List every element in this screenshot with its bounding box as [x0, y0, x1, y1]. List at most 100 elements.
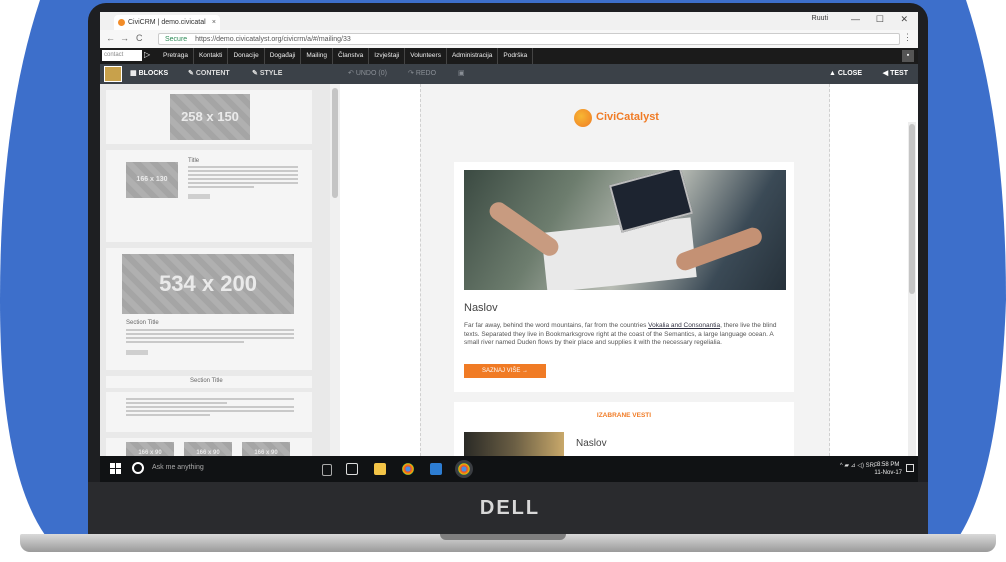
block-image-text[interactable]: 166 x 130 Title — [106, 150, 312, 242]
clock-date: 11-Nov-17 — [874, 470, 902, 476]
block-big-image[interactable]: 534 x 200 Section Title — [106, 248, 312, 370]
task-view-icon[interactable] — [346, 463, 358, 475]
file-explorer-icon[interactable] — [374, 463, 386, 475]
notifications-icon[interactable] — [906, 464, 914, 472]
tab-blocks[interactable]: ▦ BLOCKS — [130, 64, 168, 84]
minimize-button[interactable]: — — [851, 14, 860, 24]
block-section-title: Section Title — [126, 320, 159, 326]
placeholder-image: 534 x 200 — [122, 254, 294, 314]
reload-icon[interactable]: C — [136, 33, 143, 43]
civicrm-favicon-icon — [118, 19, 125, 26]
maximize-button[interactable]: ☐ — [876, 14, 884, 25]
quick-search-input[interactable]: contact — [102, 50, 142, 61]
menu-item-izvjestaji[interactable]: Izvještaji — [369, 48, 406, 64]
undo-label: UNDO (0) — [355, 70, 387, 77]
address-bar: ← → C Secure https://demo.civicatalyst.o… — [100, 30, 918, 49]
cortana-icon[interactable] — [132, 462, 144, 474]
chrome-active-icon[interactable] — [458, 463, 470, 475]
test-button[interactable]: ◀ TEST — [883, 64, 908, 84]
tab-style-label: STYLE — [259, 70, 283, 77]
url-input[interactable]: Secure https://demo.civicatalyst.org/civ… — [158, 33, 900, 45]
store-icon[interactable] — [430, 463, 442, 475]
hero-arm — [486, 198, 562, 260]
civicrm-menu-items: Pretraga Kontakti Donacije Događaji Mail… — [158, 48, 534, 64]
laptop-screen: CiviCRM | demo.civicatal × Ruuti — ☐ ✕ ←… — [100, 12, 918, 482]
civicatalyst-logo-icon — [574, 109, 592, 127]
tab-content[interactable]: ✎ CONTENT — [188, 64, 230, 84]
block-image-only[interactable]: 258 x 150 — [106, 90, 312, 144]
card-body-link[interactable]: Vokalia and Consonantia — [648, 322, 720, 329]
block-mini-button — [188, 194, 210, 199]
block-text-lines — [188, 166, 298, 190]
test-label: TEST — [890, 70, 908, 77]
block-three-images[interactable]: 166 x 90 166 x 90 166 x 90 — [106, 438, 312, 456]
tab-style[interactable]: ✎ STYLE — [252, 64, 282, 84]
laptop-base-notch — [440, 534, 566, 540]
tab-title: CiviCRM | demo.civicatal — [128, 19, 206, 26]
windows-taskbar: Ask me anything ^ ▰ ⊿ ◁) SRP 3:58 PM 11-… — [100, 456, 918, 482]
close-label: CLOSE — [837, 70, 862, 77]
card2-image[interactable] — [464, 432, 564, 456]
block-text-lines — [126, 398, 294, 418]
hero-image[interactable] — [464, 170, 786, 290]
block-text[interactable] — [106, 392, 312, 432]
section-heading[interactable]: IZABRANE VESTI — [454, 412, 794, 419]
browser-titlebar: CiviCRM | demo.civicatal × Ruuti — ☐ ✕ — [100, 12, 918, 30]
menu-item-mailing[interactable]: Mailing — [301, 48, 333, 64]
clock-time: 3:58 PM — [877, 462, 900, 468]
forward-icon[interactable]: → — [120, 33, 129, 43]
logo-text: CiviCatalyst — [596, 111, 659, 123]
blocks-panel: 258 x 150 166 x 130 Title 534 x 200 Sect… — [100, 84, 340, 456]
menu-item-pretraga[interactable]: Pretraga — [158, 48, 194, 64]
browser-tab[interactable]: CiviCRM | demo.civicatal × — [114, 15, 220, 30]
block-section-title: Section Title — [190, 378, 223, 384]
preview-icon[interactable]: ▣ — [458, 64, 465, 84]
redo-button[interactable]: ↷ REDO — [408, 64, 436, 84]
dell-logo: DELL — [479, 497, 541, 519]
close-window-button[interactable]: ✕ — [900, 14, 908, 25]
placeholder-image: 166 x 90 — [242, 442, 290, 456]
tab-close-icon[interactable]: × — [212, 15, 216, 30]
tab-content-label: CONTENT — [195, 70, 230, 77]
hero-paper — [541, 217, 697, 290]
menu-item-podrska[interactable]: Podrška — [498, 48, 534, 64]
card2-title[interactable]: Naslov — [576, 438, 607, 449]
canvas-scrollbar-thumb[interactable] — [909, 124, 915, 294]
menu-item-kontakti[interactable]: Kontakti — [194, 48, 229, 64]
card-title[interactable]: Naslov — [464, 302, 498, 314]
tab-blocks-label: BLOCKS — [138, 70, 169, 77]
mosaico-toolbar: ▦ BLOCKS ✎ CONTENT ✎ STYLE ↶ UNDO (0) ↷ … — [100, 64, 918, 84]
cta-button[interactable]: SAZNAJ VIŠE → — [464, 364, 546, 378]
chrome-icon[interactable] — [402, 463, 414, 475]
microphone-icon[interactable] — [322, 464, 332, 476]
undo-button[interactable]: ↶ UNDO (0) — [348, 64, 387, 84]
menu-item-clanstva[interactable]: Članstva — [333, 48, 370, 64]
menu-collapse-button[interactable]: ▪ — [902, 50, 914, 62]
system-tray[interactable]: ^ ▰ ⊿ ◁) SRP — [840, 462, 878, 469]
taskbar-search[interactable]: Ask me anything — [152, 464, 204, 471]
menu-item-dogadjaji[interactable]: Događaji — [265, 48, 302, 64]
windows-start-icon[interactable] — [110, 463, 122, 475]
menu-item-donacije[interactable]: Donacije — [228, 48, 265, 64]
placeholder-image: 166 x 130 — [126, 162, 178, 198]
menu-item-volunteers[interactable]: Volunteers — [405, 48, 447, 64]
browser-menu-icon[interactable]: ⋮ — [903, 32, 912, 43]
placeholder-image: 258 x 150 — [170, 94, 250, 140]
redo-label: REDO — [415, 70, 437, 77]
card-body[interactable]: Far far away, behind the word mountains,… — [464, 322, 784, 348]
mosaico-logo — [104, 66, 122, 82]
block-title: Title — [188, 158, 200, 164]
block-text-lines — [126, 329, 294, 345]
card-body-text-1: Far far away, behind the word mountains,… — [464, 322, 649, 329]
blocks-scrollbar-thumb[interactable] — [332, 88, 338, 198]
placeholder-image: 166 x 90 — [126, 442, 174, 456]
close-button[interactable]: ▲ CLOSE — [829, 64, 862, 84]
block-mini-button — [126, 350, 148, 355]
back-icon[interactable]: ← — [106, 33, 115, 43]
menu-item-administracija[interactable]: Administracija — [447, 48, 499, 64]
civicrm-home-icon[interactable]: ▷ — [144, 50, 150, 59]
taskbar-clock[interactable]: 3:58 PM 11-Nov-17 — [874, 461, 902, 477]
url-text: https://demo.civicatalyst.org/civicrm/a/… — [195, 36, 351, 43]
block-section-title-only[interactable]: Section Title — [106, 376, 312, 388]
browser-user[interactable]: Ruuti — [812, 15, 828, 22]
